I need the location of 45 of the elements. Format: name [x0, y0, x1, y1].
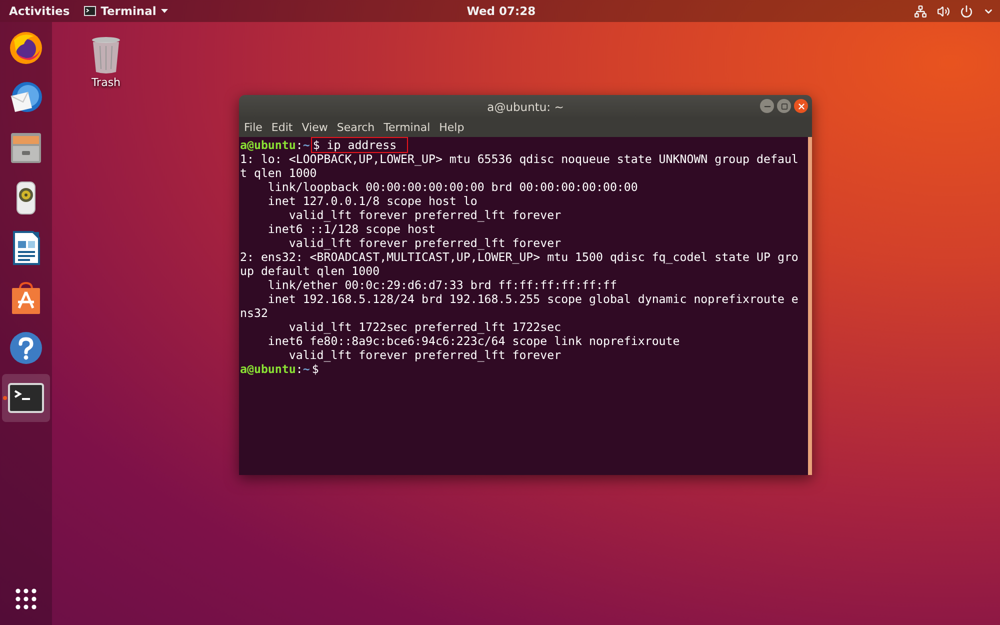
file-cabinet-icon [8, 130, 44, 166]
prompt-line: a@ubuntu:~ $ ip address [240, 138, 407, 152]
output-line: t qlen 1000 [240, 166, 317, 180]
menu-item[interactable]: Search [336, 121, 375, 134]
scrollbar[interactable] [808, 137, 812, 475]
app-menu[interactable]: Terminal [84, 4, 168, 18]
output-line: inet 127.0.0.1/8 scope host lo [266, 194, 478, 208]
close-icon [796, 102, 806, 110]
output-line: inet 192.168.5.128/24 brd 192.168.5.255 scope global dynamic noprefixroute e [266, 292, 798, 306]
clock[interactable]: Wed 07:28 [168, 4, 834, 18]
output-line: inet6 ::1/128 scope host [266, 222, 436, 236]
output-line: valid_lft 1722sec preferred_lft 1722sec [288, 320, 562, 334]
menu-item[interactable]: Help [439, 121, 464, 134]
desktop-icon-label[interactable]: Trash [91, 76, 121, 89]
network-icon[interactable] [914, 4, 927, 18]
app-grid-icon[interactable] [15, 588, 37, 610]
menu-item[interactable]: Terminal [384, 121, 430, 134]
browser-icon [8, 30, 44, 66]
caret-icon [161, 9, 168, 13]
output-line: up default qlen 1000 [240, 264, 380, 278]
prompt-line: a@ubuntu:~ $ [240, 362, 319, 376]
minimize-button[interactable] [760, 99, 774, 113]
volume-icon[interactable] [937, 4, 950, 18]
close-button[interactable] [794, 99, 808, 113]
output-line: valid_lft forever preferred_lft forever [288, 348, 562, 362]
help-icon [9, 331, 43, 365]
window-title: a@ubuntu: ~ [487, 100, 564, 114]
trash-icon[interactable] [91, 36, 121, 74]
output-line: 2: ens32: <BROADCAST,MULTICAST,UP,LOWER_UP> mtu 1500 qdisc fq_codel state UP gro [240, 250, 798, 264]
activities-button[interactable]: Activities [9, 4, 70, 18]
output-line: valid_lft forever preferred_lft forever [288, 208, 562, 222]
dock-item[interactable] [2, 374, 50, 422]
terminal-icon [84, 6, 96, 16]
menu-item[interactable]: File [244, 121, 262, 134]
output-line: link/ether 00:0c:29:d6:d7:33 brd ff:ff:ff:ff:ff:ff [266, 278, 617, 292]
power-icon[interactable] [960, 4, 973, 18]
terminal-icon [8, 383, 44, 413]
menu-item[interactable]: View [302, 121, 328, 134]
output-line: inet6 fe80::8a9c:bce6:94c6:223c/64 scope link noprefixroute [266, 334, 680, 348]
output-line: 1: lo: <LOOPBACK,UP,LOWER_UP> mtu 65536 qdisc noqueue state UNKNOWN group defaul [240, 152, 798, 166]
output-line: link/loopback 00:00:00:00:00:00 brd 00:00:00:00:00:00 [266, 180, 638, 194]
maximize-icon [780, 102, 788, 110]
output-line: ns32 [240, 306, 268, 320]
output-line: valid_lft forever preferred_lft forever [288, 236, 562, 250]
menu-item[interactable]: Edit [271, 121, 293, 134]
